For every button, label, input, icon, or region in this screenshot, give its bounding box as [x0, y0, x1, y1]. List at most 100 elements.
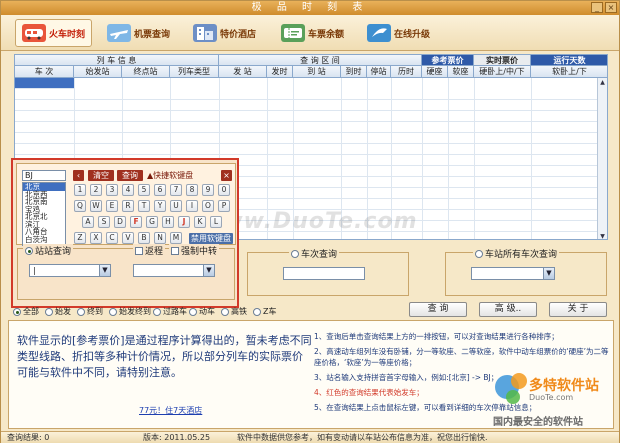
filter-emu[interactable]: 动车 — [189, 306, 215, 317]
key-d[interactable]: D — [114, 216, 126, 228]
key-q[interactable]: Q — [74, 200, 86, 212]
key-u[interactable]: U — [170, 200, 182, 212]
table-row[interactable] — [15, 89, 607, 100]
disable-keyboard-button[interactable]: 禁用软键盘 — [189, 233, 233, 244]
chevron-down-icon[interactable]: ▼ — [99, 265, 110, 276]
filter-high-speed[interactable]: 高铁 — [221, 306, 247, 317]
table-row[interactable] — [15, 100, 607, 111]
key-0[interactable]: 0 — [218, 184, 230, 196]
key-h[interactable]: H — [162, 216, 174, 228]
station-input[interactable]: BJ — [22, 170, 66, 181]
station-suggestion-list[interactable]: 北京 北京西 北京南 宝鸡 北京北 滨江 八角台 白茨沟 — [22, 182, 66, 246]
key-7[interactable]: 7 — [170, 184, 182, 196]
table-row[interactable] — [15, 78, 74, 89]
from-station-combo[interactable]: | ▼ — [29, 264, 111, 277]
list-item[interactable]: 白茨沟 — [23, 235, 65, 244]
key-x[interactable]: X — [90, 232, 102, 244]
key-r[interactable]: R — [122, 200, 134, 212]
table-scrollbar[interactable]: ▲ ▼ — [597, 78, 607, 239]
clear-button[interactable]: 清空 — [88, 170, 114, 181]
backspace-button[interactable]: ‹ — [73, 170, 84, 181]
key-5[interactable]: 5 — [138, 184, 150, 196]
tab-train-schedule[interactable]: 火车时刻 — [15, 19, 93, 47]
minimize-icon[interactable]: _ — [591, 2, 603, 13]
key-y[interactable]: Y — [154, 200, 166, 212]
col-depart-time[interactable]: 发时 — [267, 66, 293, 78]
col-origin[interactable]: 始发站 — [74, 66, 122, 78]
col-stops[interactable]: 停站 — [367, 66, 391, 78]
key-j[interactable]: J — [178, 216, 190, 228]
about-button[interactable]: 关 于 — [549, 302, 607, 317]
station-all-query-radio[interactable]: 车站所有车次查询 — [473, 247, 560, 260]
table-row[interactable] — [15, 144, 607, 155]
col-soft-sleeper[interactable]: 软卧上/下 — [531, 66, 607, 78]
key-f[interactable]: F — [130, 216, 142, 228]
col-depart-station[interactable]: 发 站 — [219, 66, 267, 78]
table-row[interactable] — [15, 111, 607, 122]
key-l[interactable]: L — [210, 216, 222, 228]
filter-terminus[interactable]: 终到 — [77, 306, 103, 317]
key-e[interactable]: E — [106, 200, 118, 212]
key-2[interactable]: 2 — [90, 184, 102, 196]
key-o[interactable]: O — [202, 200, 214, 212]
close-icon[interactable]: × — [605, 2, 617, 13]
key-g[interactable]: G — [146, 216, 158, 228]
group-reference-fare[interactable]: 参考票价 — [422, 55, 474, 66]
col-hard-sleeper[interactable]: 硬卧上/中/下 — [474, 66, 531, 78]
col-hard-seat[interactable]: 硬座 — [422, 66, 448, 78]
train-query-radio[interactable]: 车次查询 — [289, 247, 340, 260]
key-4[interactable]: 4 — [122, 184, 134, 196]
query-button[interactable]: 查 询 — [409, 302, 467, 317]
tab-online-upgrade[interactable]: 在线升级 — [361, 19, 436, 47]
key-3[interactable]: 3 — [106, 184, 118, 196]
key-c[interactable]: C — [106, 232, 118, 244]
group-run-days[interactable]: 运行天数 — [531, 55, 607, 66]
key-w[interactable]: W — [90, 200, 102, 212]
group-realtime-fare[interactable]: 实时票价 — [474, 55, 531, 66]
col-duration[interactable]: 历时 — [391, 66, 422, 78]
key-a[interactable]: A — [82, 216, 94, 228]
station-all-combo[interactable]: ▼ — [471, 267, 555, 280]
filter-origin-terminus[interactable]: 始发终到 — [109, 306, 151, 317]
col-arrive-station[interactable]: 到 站 — [293, 66, 341, 78]
filter-z-train[interactable]: Z车 — [253, 306, 276, 317]
key-m[interactable]: M — [170, 232, 182, 244]
col-train-no[interactable]: 车 次 — [15, 66, 74, 78]
key-8[interactable]: 8 — [186, 184, 198, 196]
fast-keyboard-label[interactable]: ▲快捷软键盘 — [147, 170, 193, 181]
key-t[interactable]: T — [138, 200, 150, 212]
key-k[interactable]: K — [194, 216, 206, 228]
to-station-combo[interactable]: ▼ — [133, 264, 215, 277]
table-row[interactable] — [15, 122, 607, 133]
key-s[interactable]: S — [98, 216, 110, 228]
col-soft-seat[interactable]: 软座 — [448, 66, 474, 78]
train-number-input[interactable] — [283, 267, 365, 280]
col-terminus[interactable]: 终点站 — [122, 66, 170, 78]
key-v[interactable]: V — [122, 232, 134, 244]
filter-passing[interactable]: 过路车 — [153, 306, 187, 317]
key-i[interactable]: I — [186, 200, 198, 212]
hotel-promo-link[interactable]: 77元！住7天酒店 — [139, 405, 202, 416]
chevron-down-icon[interactable]: ▼ — [543, 268, 554, 279]
key-n[interactable]: N — [154, 232, 166, 244]
col-train-type[interactable]: 列车类型 — [170, 66, 219, 78]
key-z[interactable]: Z — [74, 232, 86, 244]
tab-hotel[interactable]: 特价酒店 — [187, 19, 262, 47]
tab-ticket-balance[interactable]: 车票余额 — [275, 19, 350, 47]
key-p[interactable]: P — [218, 200, 230, 212]
station-query-radio[interactable]: 站站查询 — [23, 244, 74, 257]
scroll-up-icon[interactable]: ▲ — [598, 78, 607, 87]
chevron-down-icon[interactable]: ▼ — [203, 265, 214, 276]
key-1[interactable]: 1 — [74, 184, 86, 196]
key-6[interactable]: 6 — [154, 184, 166, 196]
scroll-down-icon[interactable]: ▼ — [598, 232, 607, 239]
filter-all[interactable]: 全部 — [13, 306, 39, 317]
col-arrive-time[interactable]: 到时 — [341, 66, 367, 78]
filter-origin[interactable]: 始发 — [45, 306, 71, 317]
force-transfer-checkbox[interactable]: 强制中转 — [169, 244, 220, 257]
advanced-button[interactable]: 高 级.. — [479, 302, 537, 317]
return-checkbox[interactable]: 返程 — [133, 244, 166, 257]
keyboard-search-button[interactable]: 查询 — [117, 170, 143, 181]
table-row[interactable] — [15, 133, 607, 144]
tab-flight-search[interactable]: 机票查询 — [101, 19, 176, 47]
